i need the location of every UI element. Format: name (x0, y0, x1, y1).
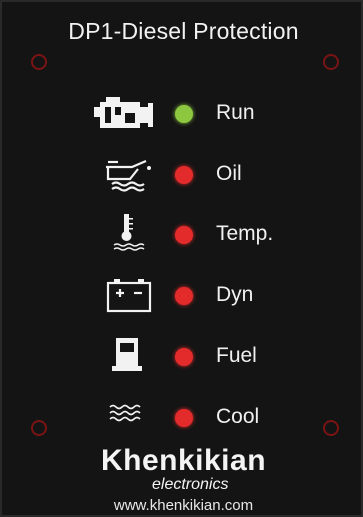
brand-url[interactable]: www.khenkikian.com (2, 497, 363, 514)
screw-hole-top-left (31, 54, 47, 70)
indicator-row-fuel: Fuel (2, 336, 363, 376)
temp-status-led (175, 226, 193, 244)
thermometer-icon (2, 214, 162, 254)
brand-subtitle: electronics (152, 476, 229, 493)
panel-title: DP1-Diesel Protection (68, 18, 299, 44)
cool-status-led (175, 409, 193, 427)
battery-icon (2, 275, 162, 315)
dyn-status-led (175, 287, 193, 305)
fuel-status-led (175, 348, 193, 366)
coolant-icon (2, 397, 162, 437)
indicator-row-dyn: Dyn (2, 275, 363, 315)
oil-status-led (175, 166, 193, 184)
indicator-row-oil: Oil (2, 154, 363, 194)
brand-logo: Khenkikian (100, 444, 267, 477)
engine-icon (2, 93, 162, 133)
dyn-label: Dyn (216, 283, 254, 306)
oil-label: Oil (216, 162, 242, 185)
screw-hole-top-right (323, 54, 339, 70)
fuel-pump-icon (2, 336, 162, 376)
indicator-row-cool: Cool (2, 397, 363, 437)
indicator-row-run: Run (2, 93, 363, 133)
oil-can-icon (2, 154, 162, 194)
cool-label: Cool (216, 405, 260, 428)
fuel-label: Fuel (216, 344, 257, 367)
diesel-protection-panel: DP1-Diesel Protection Run Oil Temp. Dyn … (0, 0, 363, 517)
temp-label: Temp. (216, 222, 274, 245)
run-label: Run (216, 101, 255, 124)
run-status-led (175, 105, 193, 123)
indicator-row-temp: Temp. (2, 214, 363, 254)
